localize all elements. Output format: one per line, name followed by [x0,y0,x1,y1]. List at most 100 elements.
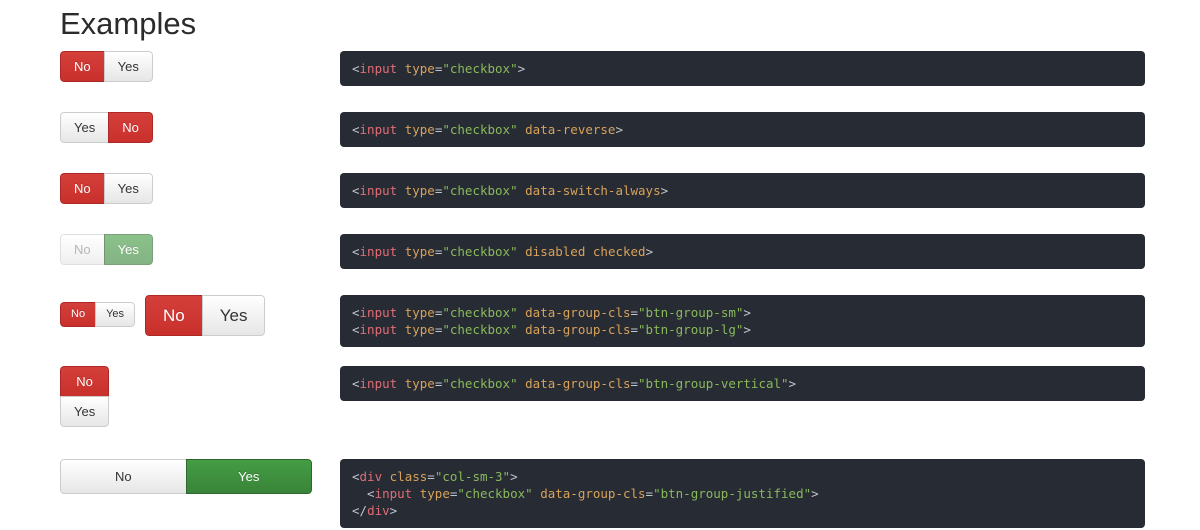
code-token-punct: > [389,503,398,518]
code-line: <input type="checkbox" data-group-cls="b… [340,321,1145,338]
toggle-group-justified[interactable]: No Yes [60,459,312,494]
code-token-punct [397,122,405,137]
code-token-attr: disabled [525,244,586,259]
code-token-punct [518,305,526,320]
code-token-attr: data-reverse [525,122,616,137]
code-line: <input type="checkbox" data-switch-alway… [340,182,1145,199]
code-token-punct [518,183,526,198]
code-token-punct [518,376,526,391]
code-line: <input type="checkbox" data-group-cls="b… [340,375,1145,392]
toggle-group-sizes-lg[interactable]: No Yes [145,295,266,336]
code-block-reverse: <input type="checkbox" data-reverse> [340,112,1145,147]
toggle-button-yes[interactable]: Yes [201,295,266,336]
code-token-attr: type [404,322,435,337]
code-token-tag: input [374,486,413,501]
widget-cell-disabled-checked: No Yes [60,234,153,265]
code-token-attr: type [404,183,435,198]
code-token-tag: div [359,469,383,484]
code-token-punct [397,244,405,259]
code-block-switch-always: <input type="checkbox" data-switch-alway… [340,173,1145,208]
code-token-attr: data-group-cls [540,486,646,501]
code-token-tag: input [359,61,398,76]
toggle-button-no[interactable]: No [60,459,187,494]
toggle-button-no[interactable]: No [108,112,153,143]
code-token-punct: > [510,469,518,484]
code-line: <input type="checkbox" data-group-cls="b… [340,304,1145,321]
code-token-punct: < [352,376,360,391]
code-cell-disabled-checked: <input type="checkbox" disabled checked> [340,234,1145,269]
code-line: </div> [340,502,1145,519]
code-token-str: "btn-group-sm" [638,305,744,320]
widget-cell-sizes: No Yes No Yes [60,295,266,336]
code-token-attr: type [404,376,435,391]
toggle-button-yes[interactable]: Yes [103,51,153,82]
code-token-str: "checkbox" [442,376,518,391]
code-token-punct [397,376,405,391]
code-token-attr: data-group-cls [525,305,631,320]
code-token-punct: < [352,183,360,198]
code-cell-switch-always: <input type="checkbox" data-switch-alway… [340,173,1145,208]
toggle-button-no[interactable]: No [145,295,203,336]
code-block-sizes: <input type="checkbox" data-group-cls="b… [340,295,1145,347]
code-token-str: "checkbox" [442,305,518,320]
toggle-group-sizes-sm[interactable]: No Yes [60,302,136,327]
code-token-punct: < [352,122,360,137]
toggle-button-yes[interactable]: Yes [103,173,153,204]
code-token-punct: > [811,486,819,501]
code-token-punct [382,469,390,484]
code-token-punct: < [352,322,360,337]
toggle-button-no[interactable]: No [60,51,105,82]
toggle-group-switch-always[interactable]: No Yes [60,173,153,204]
toggle-button-no[interactable]: No [60,366,110,397]
code-token-punct: > [743,322,751,337]
code-token-str: "checkbox" [442,61,518,76]
code-token-eq: = [645,486,654,501]
code-token-attr: data-switch-always [525,183,661,198]
code-token-tag: div [367,503,390,518]
toggle-button-yes[interactable]: Yes [185,459,312,494]
code-token-punct [518,244,526,259]
toggle-button-yes[interactable]: Yes [60,112,110,143]
code-token-str: "btn-group-justified" [653,486,812,501]
code-token-punct: < [352,61,360,76]
widget-cell-justified: No Yes [60,459,312,494]
code-token-punct [518,322,526,337]
code-token-punct: < [352,469,360,484]
code-cell-sizes: <input type="checkbox" data-group-cls="b… [340,295,1145,347]
code-token-attr: checked [592,244,646,259]
code-token-punct: < [352,486,375,501]
code-line: <input type="checkbox" data-reverse> [340,121,1145,138]
code-token-punct: < [352,305,360,320]
code-line: <input type="checkbox" disabled checked> [340,243,1145,260]
code-token-str: "checkbox" [442,322,518,337]
code-cell-basic: <input type="checkbox"> [340,51,1145,86]
code-block-disabled-checked: <input type="checkbox" disabled checked> [340,234,1145,269]
toggle-button-no[interactable]: No [60,302,97,327]
code-token-punct: > [517,61,526,76]
code-cell-reverse: <input type="checkbox" data-reverse> [340,112,1145,147]
code-token-punct: > [645,244,654,259]
code-cell-vertical: <input type="checkbox" data-group-cls="b… [340,366,1145,401]
code-token-str: "checkbox" [457,486,533,501]
code-token-str: "checkbox" [442,122,518,137]
code-token-attr: class [389,469,428,484]
code-token-eq: = [630,322,639,337]
toggle-group-basic[interactable]: No Yes [60,51,153,82]
toggle-button-yes: Yes [103,234,153,265]
toggle-button-yes[interactable]: Yes [60,396,110,427]
code-line: <div class="col-sm-3"> [340,468,1145,485]
toggle-group-disabled-checked[interactable]: No Yes [60,234,153,265]
code-block-justified: <div class="col-sm-3"> <input type="chec… [340,459,1145,528]
toggle-group-vertical[interactable]: No Yes [60,366,110,427]
code-token-str: "checkbox" [442,183,518,198]
toggle-button-yes[interactable]: Yes [95,302,136,327]
code-token-punct [412,486,420,501]
toggle-group-reverse[interactable]: Yes No [60,112,153,143]
code-token-punct [397,61,405,76]
code-token-tag: input [359,122,398,137]
code-block-basic: <input type="checkbox"> [340,51,1145,86]
code-token-attr: type [404,122,435,137]
toggle-button-no[interactable]: No [60,173,105,204]
code-token-punct: </ [352,503,368,518]
code-token-tag: input [359,183,398,198]
